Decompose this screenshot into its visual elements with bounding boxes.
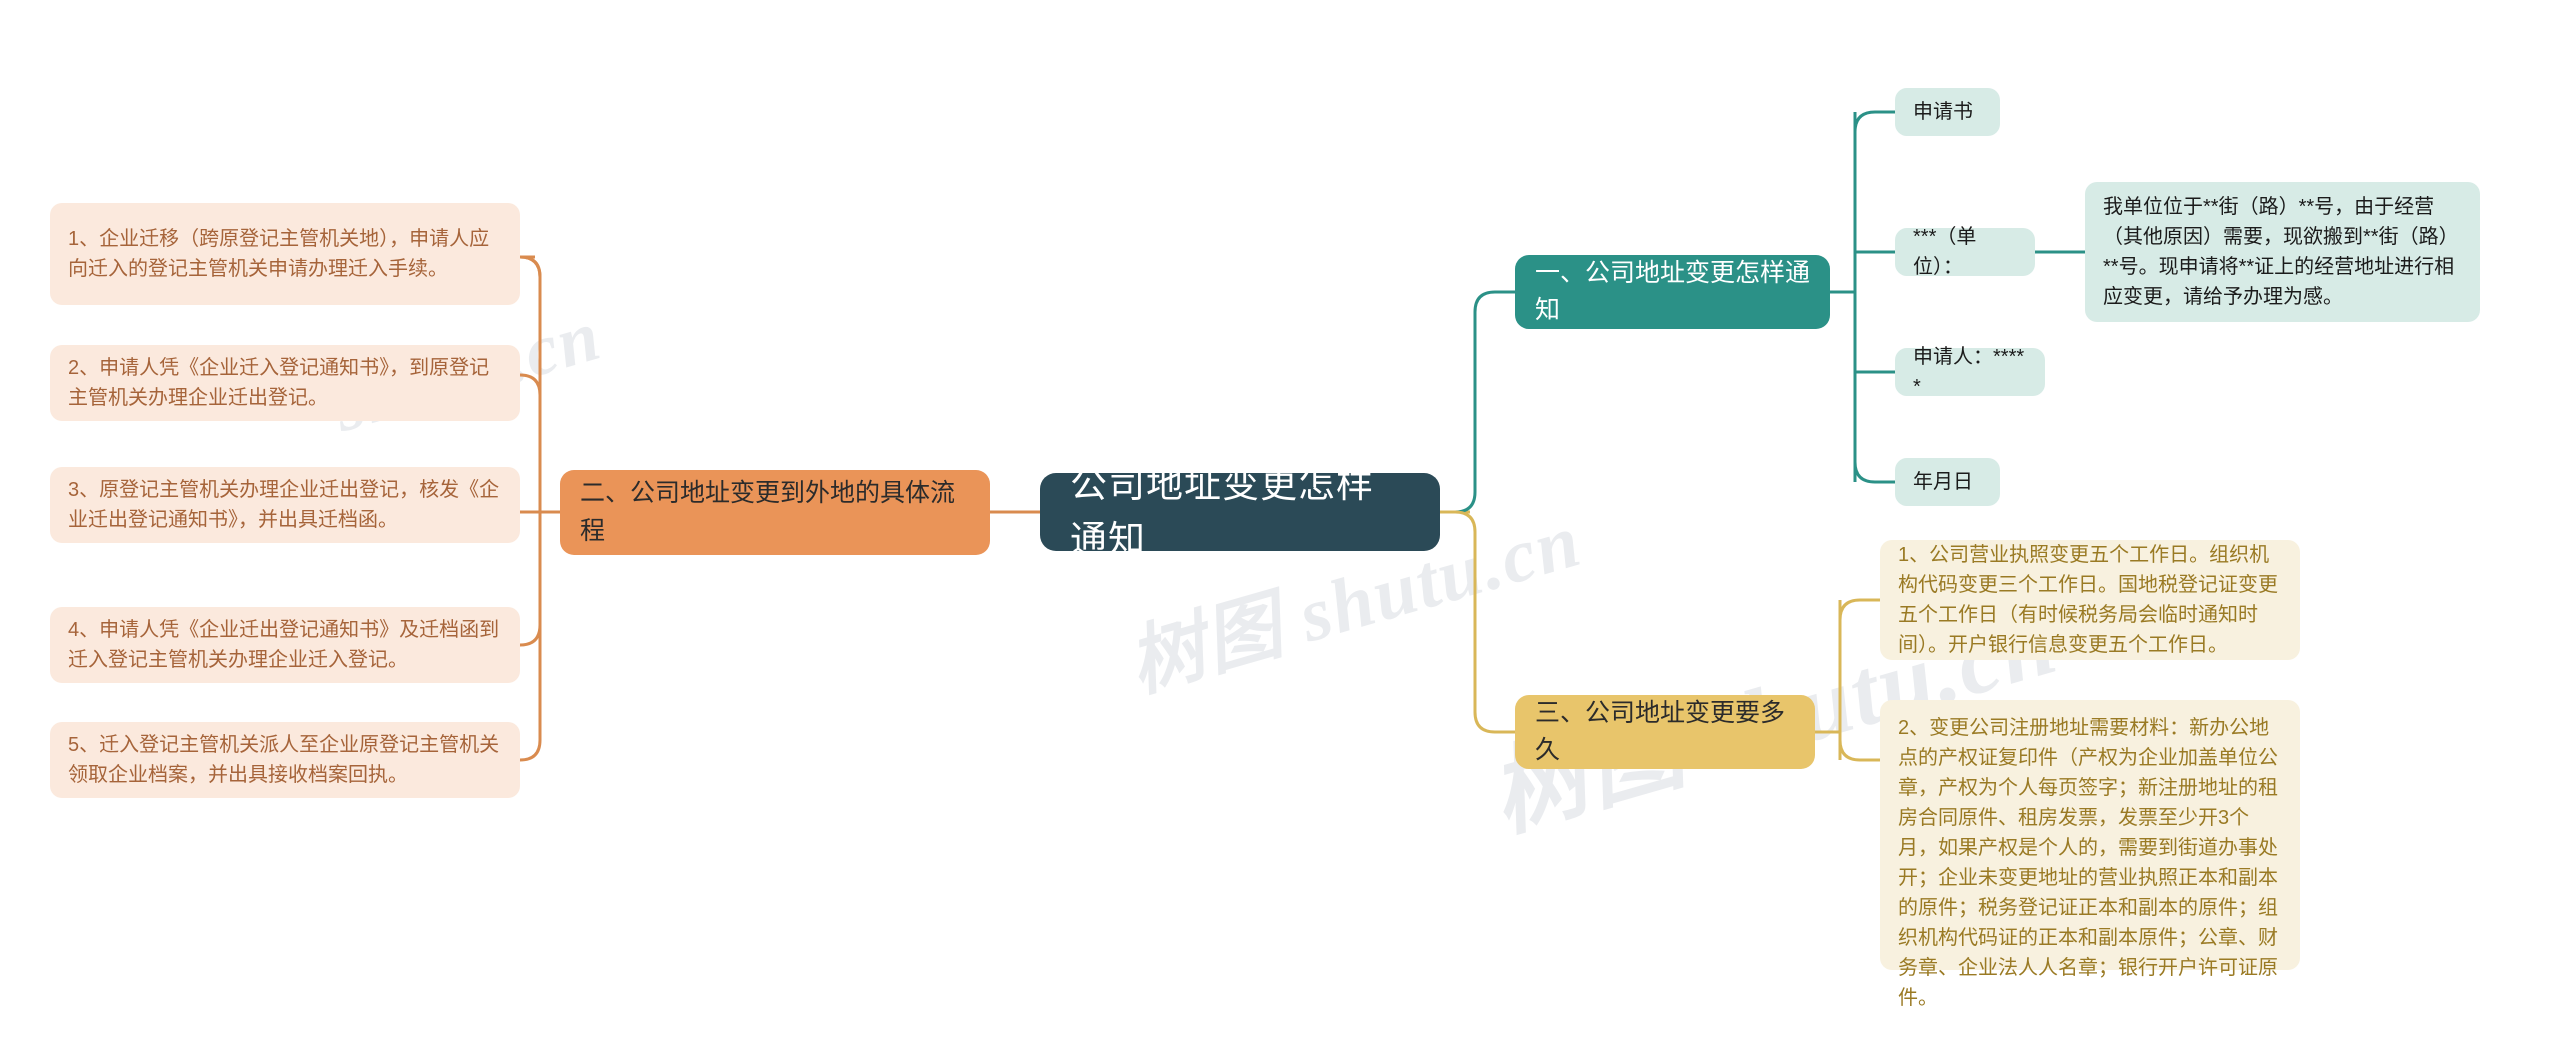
leaf-node[interactable]: 2、申请人凭《企业迁入登记通知书》，到原登记主管机关办理企业迁出登记。 [50,345,520,421]
branch-node-left[interactable]: 二、公司地址变更到外地的具体流程 [560,470,990,555]
leaf-node-detail[interactable]: 我单位位于**街（路）**号，由于经营（其他原因）需要，现欲搬到**街（路）**… [2085,182,2480,322]
leaf-node[interactable]: 申请人：***** [1895,346,2045,398]
leaf-node[interactable]: ***（单位）： [1895,226,2035,278]
leaf-node[interactable]: 5、迁入登记主管机关派人至企业原登记主管机关领取企业档案，并出具接收档案回执。 [50,722,520,798]
leaf-node[interactable]: 1、公司营业执照变更五个工作日。组织机构代码变更三个工作日。国地税登记证变更五个… [1880,540,2300,660]
leaf-node[interactable]: 申请书 [1895,88,2000,136]
branch-node-right-top[interactable]: 一、公司地址变更怎样通知 [1515,255,1830,329]
leaf-node[interactable]: 年月日 [1895,458,2000,506]
leaf-node[interactable]: 2、变更公司注册地址需要材料：新办公地点的产权证复印件（产权为企业加盖单位公章，… [1880,700,2300,1009]
root-node[interactable]: 公司地址变更怎样通知 [1040,464,1440,560]
leaf-node[interactable]: 4、申请人凭《企业迁出登记通知书》及迁档函到迁入登记主管机关办理企业迁入登记。 [50,607,520,683]
leaf-node[interactable]: 1、企业迁移（跨原登记主管机关地），申请人应向迁入的登记主管机关申请办理迁入手续… [50,203,520,305]
branch-node-right-bottom[interactable]: 三、公司地址变更要多久 [1515,695,1815,769]
leaf-node[interactable]: 3、原登记主管机关办理企业迁出登记，核发《企业迁出登记通知书》，并出具迁档函。 [50,467,520,543]
mindmap-canvas: shutu.cn 树图 shutu.cn 树图 shutu.cn [0,0,2560,1052]
